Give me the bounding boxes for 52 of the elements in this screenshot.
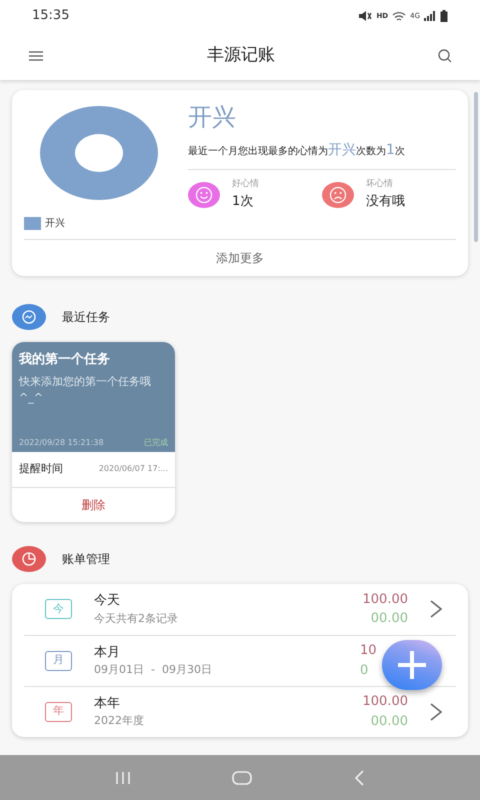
pie-chart-icon — [12, 546, 46, 572]
income-amount: 100.00 — [362, 590, 408, 608]
back-icon[interactable] — [353, 770, 366, 786]
task-title: 我的第一个任务 — [19, 351, 111, 369]
app-title: 丰源记账 — [207, 44, 275, 68]
task-description: 快来添加您的第一个任务哦 ^_^ — [19, 374, 152, 406]
remind-label: 提醒时间 — [19, 461, 63, 477]
income-amount: 10 — [360, 642, 377, 660]
task-card[interactable]: 我的第一个任务 快来添加您的第一个任务哦 ^_^ 2022/09/28 15:21:38 已完成 提醒时间 2020/06/07 17:... 删除 — [12, 342, 175, 522]
mood-stat-label: 好心情 — [232, 178, 259, 191]
add-more-button[interactable]: 添加更多 — [216, 249, 264, 267]
bill-subtitle: 09月01日 - 09月30日 — [94, 662, 213, 678]
bill-subtitle: 2022年度 — [94, 713, 145, 729]
chevron-right-icon — [430, 600, 442, 618]
delete-button[interactable]: 删除 — [82, 496, 106, 514]
remind-time: 2020/06/07 17:... — [98, 463, 168, 476]
expense-amount: 00.00 — [370, 712, 408, 730]
menu-icon[interactable] — [28, 50, 44, 62]
search-icon[interactable] — [438, 49, 452, 63]
period-badge: 今 — [45, 599, 72, 619]
recent-apps-icon[interactable] — [114, 770, 131, 784]
activity-icon — [12, 304, 46, 330]
smiley-face-icon — [188, 182, 220, 208]
mood-summary: 最近一个月您出现最多的心情为开兴次数为1次 — [188, 141, 406, 160]
wifi-icon — [392, 10, 406, 22]
task-created-time: 2022/09/28 15:21:38 — [19, 437, 104, 449]
bill-title: 本年 — [94, 694, 121, 712]
bill-row[interactable]: 今 今天 今天共有2条记录 100.00 00.00 — [24, 584, 456, 634]
legend-label: 开兴 — [45, 216, 65, 231]
section-title: 最近任务 — [62, 309, 110, 326]
sad-face-icon — [322, 182, 354, 208]
battery-icon — [440, 10, 448, 22]
status-time: 15:35 — [32, 7, 70, 26]
income-amount: 100.00 — [362, 693, 408, 711]
period-badge: 月 — [45, 650, 72, 670]
chevron-right-icon — [430, 702, 442, 720]
task-status: 已完成 — [144, 437, 168, 449]
section-title: 账单管理 — [62, 550, 110, 568]
plus-icon — [397, 650, 427, 680]
bill-title: 今天 — [94, 592, 121, 610]
expense-amount: 00.00 — [370, 610, 408, 628]
mood-stat-value: 没有哦 — [366, 192, 405, 210]
bill-title: 本月 — [94, 644, 121, 662]
home-icon[interactable] — [232, 770, 252, 784]
top-mood-title: 开兴 — [188, 102, 237, 132]
mood-stat-label: 坏心情 — [366, 178, 394, 191]
expense-amount: 0 — [360, 662, 368, 680]
signal-icon — [424, 11, 436, 21]
period-badge: 年 — [45, 702, 72, 722]
mood-stat-value: 1次 — [232, 192, 254, 210]
bill-subtitle: 今天共有2条记录 — [94, 610, 179, 626]
mute-icon — [358, 10, 372, 22]
